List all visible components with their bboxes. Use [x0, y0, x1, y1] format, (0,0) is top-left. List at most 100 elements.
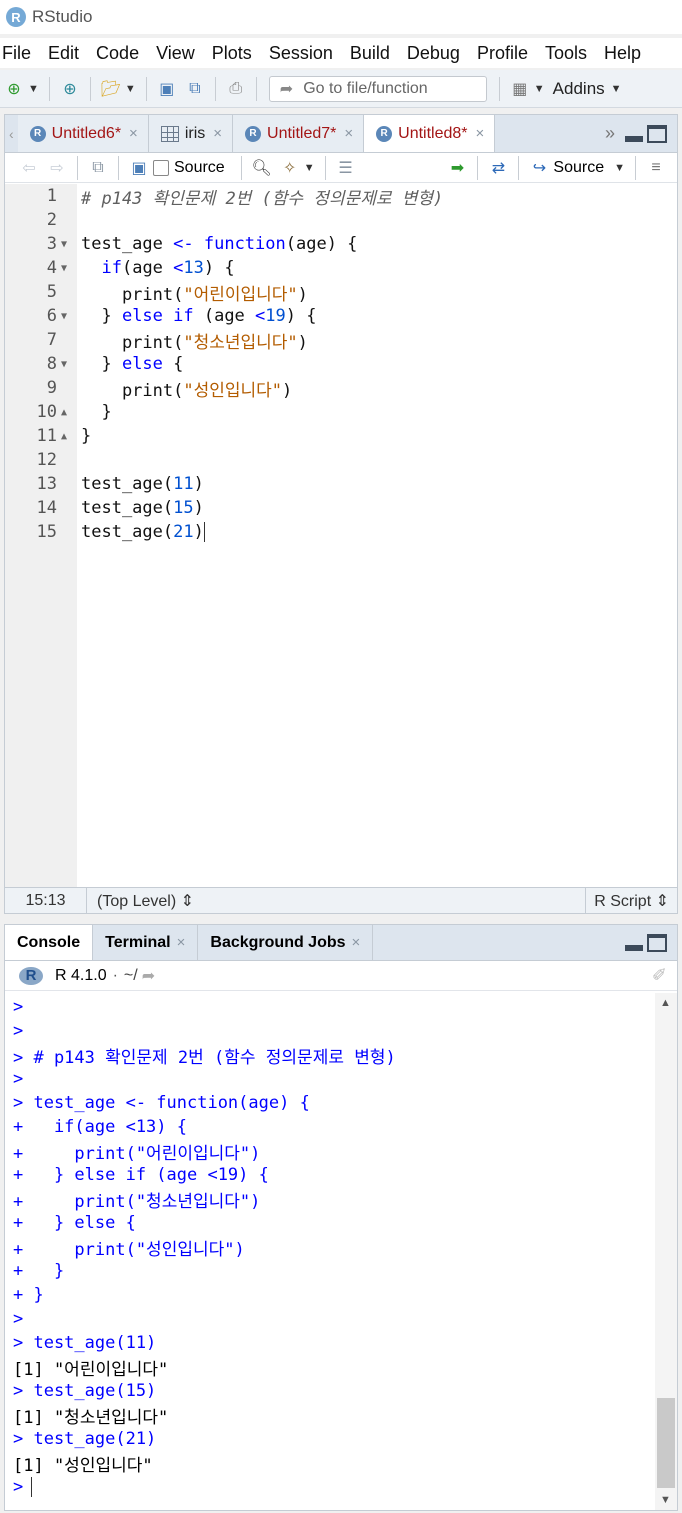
menu-view[interactable]: View — [156, 43, 204, 64]
fold-toggle-icon[interactable]: ▼ — [57, 263, 79, 274]
code-text: test_age(15) — [79, 498, 204, 518]
back-arrow-icon[interactable]: ⇦ — [18, 157, 40, 179]
console-text: > test_age(11) — [13, 1333, 157, 1353]
menu-edit[interactable]: Edit — [48, 43, 88, 64]
menu-profile[interactable]: Profile — [477, 43, 537, 64]
code-token: print( — [81, 380, 184, 401]
fold-toggle-icon[interactable]: ▲ — [57, 431, 79, 442]
tab-terminal[interactable]: Terminal × — [93, 925, 199, 960]
tab-scroll-left-icon[interactable]: ‹ — [5, 115, 18, 152]
scrollbar-thumb[interactable] — [657, 1398, 675, 1488]
close-tab-icon[interactable]: × — [213, 125, 222, 142]
close-tab-icon[interactable]: × — [352, 934, 361, 951]
print-icon[interactable]: ⎙ — [225, 78, 247, 100]
source-on-save-checkbox[interactable] — [153, 159, 169, 176]
scroll-down-icon[interactable]: ▼ — [660, 1494, 671, 1506]
menu-file[interactable]: File — [2, 43, 40, 64]
go-to-directory-icon[interactable]: ➦ — [142, 966, 155, 986]
source-button[interactable]: Source — [553, 159, 604, 177]
minimize-pane-icon[interactable] — [625, 135, 643, 142]
clear-console-broom-icon[interactable]: ✐ — [652, 965, 667, 986]
search-icon[interactable]: 🔍︎ — [251, 157, 273, 179]
source-dropdown-icon[interactable]: ▼ — [614, 162, 625, 174]
close-tab-icon[interactable]: × — [129, 125, 138, 142]
tab-label: iris — [184, 124, 206, 142]
addins-menu[interactable]: Addins — [553, 79, 605, 99]
fold-toggle-icon[interactable]: ▲ — [57, 407, 79, 418]
save-icon[interactable]: ▣ — [156, 78, 178, 100]
code-line: 3 ▼ test_age <- function(age) { — [5, 232, 677, 256]
console-scrollbar[interactable]: ▲ ▼ — [655, 993, 677, 1510]
open-folder-icon[interactable]: 📂︎ — [100, 78, 122, 100]
fold-toggle-icon[interactable]: ▼ — [57, 311, 79, 322]
tab-untitled8[interactable]: R Untitled8* × — [364, 115, 496, 152]
console-header: R R 4.1.0 · ~/ ➦ ✐ — [5, 961, 677, 991]
document-outline-icon[interactable]: ≡ — [645, 157, 667, 179]
new-file-dropdown-icon[interactable]: ▼ — [28, 83, 39, 95]
menu-tools[interactable]: Tools — [545, 43, 596, 64]
code-tools-wand-icon[interactable]: ✧ — [279, 157, 301, 179]
save-all-icon[interactable]: ⧉ — [184, 78, 206, 100]
save-file-icon[interactable]: ▣ — [128, 157, 150, 179]
go-to-file-input[interactable]: ➦ Go to file/function — [268, 75, 487, 102]
compile-report-icon[interactable]: ☰ — [335, 157, 357, 179]
tab-background-jobs[interactable]: Background Jobs × — [198, 925, 374, 960]
console-text: > — [13, 997, 24, 1017]
r-script-icon: R — [376, 125, 393, 142]
forward-arrow-icon[interactable]: ⇨ — [46, 157, 68, 179]
fold-toggle-icon[interactable]: ▼ — [57, 359, 79, 370]
tab-untitled6[interactable]: R Untitled6* × — [17, 115, 149, 152]
code-tools-dropdown-icon[interactable]: ▼ — [304, 162, 315, 174]
show-in-window-icon[interactable]: ⧉ — [87, 157, 109, 179]
code-token: } — [81, 426, 92, 446]
tab-overflow-icon[interactable]: » — [595, 115, 625, 152]
console-text: > test_age(21) — [13, 1429, 157, 1449]
pane-layout-icon[interactable]: ▦ — [509, 78, 531, 100]
maximize-pane-icon[interactable] — [647, 124, 667, 143]
code-token: (age — [121, 258, 174, 278]
scroll-up-icon[interactable]: ▲ — [660, 997, 671, 1009]
tab-console[interactable]: Console — [5, 925, 94, 960]
tab-iris[interactable]: iris × — [148, 115, 234, 152]
open-folder-dropdown-icon[interactable]: ▼ — [125, 83, 136, 95]
close-tab-icon[interactable]: × — [476, 125, 485, 142]
console-input-line: > — [13, 1307, 23, 1331]
data-grid-icon — [160, 125, 179, 142]
toolbar-separator — [477, 155, 479, 180]
menu-session[interactable]: Session — [269, 43, 342, 64]
toolbar-separator — [48, 76, 50, 101]
code-editor[interactable]: 1 # p143 확인문제 2번 (함수 정의문제로 변형) 2 3 ▼ test_age… — [5, 184, 677, 888]
close-tab-icon[interactable]: × — [177, 934, 186, 951]
console-output-line: [1] "어린이입니다" — [13, 1355, 168, 1380]
line-number: 8 — [46, 354, 57, 374]
console-output[interactable]: > > > # p143 확인문제 2번 (함수 정의문제로 변형) > > test_… — [5, 993, 655, 1510]
maximize-pane-icon[interactable] — [647, 933, 667, 952]
code-token: if — [101, 258, 122, 278]
source-file-icon[interactable]: ↪ — [528, 157, 550, 179]
console-input-line: > test_age <- function(age) { — [13, 1091, 310, 1115]
file-type-selector[interactable]: R Script ⇕ — [585, 888, 677, 913]
new-project-icon[interactable]: ⊕ — [59, 78, 81, 100]
fold-toggle-icon[interactable]: ▼ — [57, 239, 79, 250]
addins-dropdown-icon[interactable]: ▼ — [611, 83, 622, 95]
console-text: > — [13, 1069, 24, 1089]
editor-window-controls — [625, 115, 677, 152]
menu-build[interactable]: Build — [350, 43, 399, 64]
menu-help[interactable]: Help — [604, 43, 650, 64]
run-line-icon[interactable]: ➡ — [446, 157, 468, 179]
close-tab-icon[interactable]: × — [344, 125, 353, 142]
pane-layout-dropdown-icon[interactable]: ▼ — [534, 83, 545, 95]
console-tabs: Console Terminal × Background Jobs × — [5, 925, 374, 960]
minimize-pane-icon[interactable] — [625, 944, 643, 951]
menu-debug[interactable]: Debug — [407, 43, 469, 64]
rerun-icon[interactable]: ⇄ — [487, 157, 509, 179]
tab-untitled7[interactable]: R Untitled7* × — [233, 115, 365, 152]
menu-plots[interactable]: Plots — [212, 43, 261, 64]
code-token: 19 — [265, 306, 286, 326]
new-file-icon[interactable]: ⊕ — [3, 78, 25, 100]
menu-code[interactable]: Code — [96, 43, 148, 64]
console-input-line: + } — [13, 1259, 64, 1283]
scope-selector[interactable]: (Top Level) ⇕ — [87, 891, 585, 911]
console-text: + } else if (age <19) { — [13, 1165, 269, 1185]
working-directory[interactable]: ~/ — [124, 967, 138, 985]
